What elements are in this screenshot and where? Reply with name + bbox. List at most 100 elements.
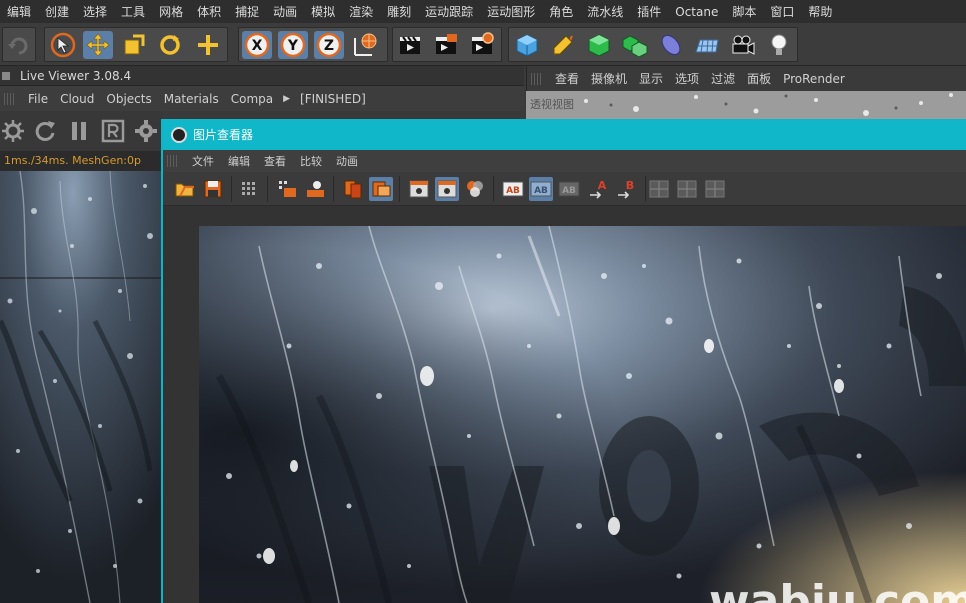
grip-icon[interactable] <box>531 72 543 85</box>
overflow-arrow-icon[interactable]: ▶ <box>279 94 294 104</box>
menu-snap[interactable]: 捕捉 <box>228 3 266 20</box>
deformer-button[interactable] <box>656 31 686 59</box>
open-file-button[interactable] <box>173 177 197 201</box>
view-a-button[interactable] <box>407 177 431 201</box>
set-a-button[interactable]: A <box>587 177 611 201</box>
floor-button[interactable] <box>692 31 722 59</box>
render-view-button[interactable] <box>395 31 425 59</box>
layout-single-button[interactable] <box>647 177 671 201</box>
settings-icon[interactable] <box>1 119 25 143</box>
layout-split-button[interactable] <box>675 177 699 201</box>
pen-spline-button[interactable] <box>548 31 578 59</box>
menu-volume[interactable]: 体积 <box>190 3 228 20</box>
live-selection-button[interactable] <box>48 31 78 59</box>
save-button[interactable] <box>201 177 225 201</box>
window-eye-icon <box>409 180 429 198</box>
vp-menu-view[interactable]: 查看 <box>549 70 585 87</box>
rotate-button[interactable] <box>155 31 185 59</box>
light-button[interactable] <box>764 31 794 59</box>
pv-menu-view[interactable]: 查看 <box>257 153 293 169</box>
vp-menu-prorender[interactable]: ProRender <box>777 72 851 86</box>
pv-menu-file[interactable]: 文件 <box>185 153 221 169</box>
vp-menu-camera[interactable]: 摄像机 <box>585 70 633 87</box>
render-stats-text: 1ms./34ms. MeshGen:0p <box>4 154 141 167</box>
pv-menu-compare[interactable]: 比较 <box>293 153 329 169</box>
lv-menu-file[interactable]: File <box>22 92 54 106</box>
view-b-button[interactable] <box>435 177 459 201</box>
vp-menu-display[interactable]: 显示 <box>633 70 669 87</box>
vp-menu-options[interactable]: 选项 <box>669 70 705 87</box>
gear-icon[interactable] <box>134 119 158 143</box>
grip-icon[interactable] <box>4 92 16 105</box>
ab-split-icon: AB <box>530 181 552 197</box>
menu-tools[interactable]: 工具 <box>114 3 152 20</box>
menu-plugins[interactable]: 插件 <box>630 3 668 20</box>
pv-menu-animation[interactable]: 动画 <box>329 153 365 169</box>
render-user-button[interactable] <box>303 177 327 201</box>
y-axis-button[interactable]: Y <box>278 31 308 59</box>
menu-sculpt[interactable]: 雕刻 <box>380 3 418 20</box>
x-axis-button[interactable]: X <box>242 31 272 59</box>
rendered-image[interactable]: wabiu.com <box>199 226 966 603</box>
menu-mesh[interactable]: 网格 <box>152 3 190 20</box>
undo-button[interactable] <box>4 31 34 59</box>
vp-menu-panel[interactable]: 面板 <box>741 70 777 87</box>
lv-menu-compare[interactable]: Compa <box>225 92 279 106</box>
menu-select[interactable]: 选择 <box>76 3 114 20</box>
restart-icon[interactable] <box>33 119 57 143</box>
channel-grid-button[interactable] <box>237 177 261 201</box>
region-render-icon[interactable] <box>101 119 125 143</box>
layout-quad-button[interactable] <box>703 177 727 201</box>
render-region-icon <box>279 181 296 197</box>
pause-icon[interactable] <box>67 119 91 143</box>
compare-swap-button[interactable]: AB <box>557 177 581 201</box>
viewport-preview[interactable]: 透视视图 <box>526 91 966 119</box>
render-settings-button[interactable] <box>467 31 497 59</box>
render-to-picture-viewer-button[interactable] <box>431 31 461 59</box>
compare-ab-button[interactable]: AB <box>501 177 525 201</box>
coordinate-system-button[interactable] <box>350 31 380 59</box>
z-axis-button[interactable]: Z <box>314 31 344 59</box>
menu-animate[interactable]: 动画 <box>266 3 304 20</box>
open-folder-icon <box>175 183 194 197</box>
menu-motion-tracking[interactable]: 运动跟踪 <box>418 3 480 20</box>
history-button[interactable] <box>369 177 393 201</box>
menu-script[interactable]: 脚本 <box>725 3 763 20</box>
menu-pipeline[interactable]: 流水线 <box>580 3 630 20</box>
compare-split-button[interactable]: AB <box>529 177 553 201</box>
cube-button[interactable] <box>512 31 542 59</box>
live-viewer-toolbar <box>0 111 162 151</box>
menu-create[interactable]: 创建 <box>38 3 76 20</box>
color-channels-button[interactable] <box>463 177 487 201</box>
set-b-button[interactable]: B <box>615 177 639 201</box>
menu-window[interactable]: 窗口 <box>763 3 801 20</box>
render-region-button[interactable] <box>275 177 299 201</box>
lv-menu-objects[interactable]: Objects <box>100 92 157 106</box>
main-toolbar: X Y Z <box>0 23 966 66</box>
cloner-button[interactable] <box>620 31 650 59</box>
cube-icon <box>516 34 538 57</box>
menu-help[interactable]: 帮助 <box>801 3 839 20</box>
scale-button[interactable] <box>119 31 149 59</box>
vp-menu-filter[interactable]: 过滤 <box>705 70 741 87</box>
copy-image-button[interactable] <box>341 177 365 201</box>
picture-viewer-titlebar[interactable]: 图片查看器 <box>163 119 966 150</box>
pv-menu-edit[interactable]: 编辑 <box>221 153 257 169</box>
panel-handle-icon[interactable] <box>2 72 10 80</box>
camera-button[interactable] <box>728 31 758 59</box>
menu-character[interactable]: 角色 <box>542 3 580 20</box>
grip-icon[interactable] <box>167 155 179 167</box>
move-button[interactable] <box>83 31 113 59</box>
add-object-button[interactable] <box>193 31 223 59</box>
menu-mograph[interactable]: 运动图形 <box>480 3 542 20</box>
menu-simulate[interactable]: 模拟 <box>304 3 342 20</box>
live-viewer-render[interactable] <box>0 171 162 603</box>
menu-octane[interactable]: Octane <box>668 5 725 19</box>
toolbar-separator <box>333 176 334 202</box>
lv-menu-cloud[interactable]: Cloud <box>54 92 100 106</box>
subdivision-button[interactable] <box>584 31 614 59</box>
menu-render[interactable]: 渲染 <box>342 3 380 20</box>
menu-edit[interactable]: 编辑 <box>0 3 38 20</box>
lv-menu-materials[interactable]: Materials <box>158 92 225 106</box>
rgb-circles-icon <box>467 181 483 197</box>
